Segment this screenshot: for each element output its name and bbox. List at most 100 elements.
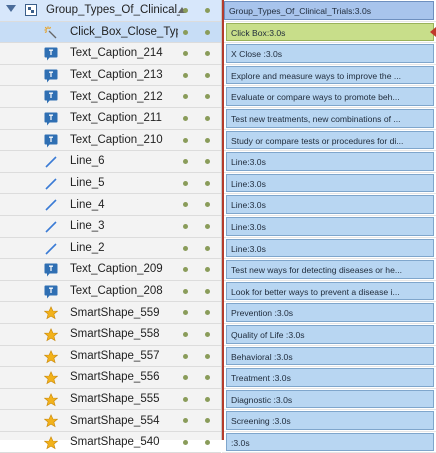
end-marker-icon[interactable]: [430, 26, 436, 37]
layer-row[interactable]: Text_Caption_208: [0, 281, 221, 303]
timeline-bar[interactable]: Explore and measure ways to improve the …: [226, 65, 434, 85]
layer-name: SmartShape_557: [70, 349, 160, 362]
visibility-toggle[interactable]: [183, 288, 188, 294]
timeline-bar[interactable]: Test new ways for detecting diseases or …: [226, 260, 434, 279]
visibility-toggle[interactable]: [183, 94, 188, 100]
layer-row[interactable]: Line_5: [0, 173, 221, 195]
lock-toggle[interactable]: [205, 245, 210, 251]
visibility-toggle[interactable]: [183, 137, 188, 143]
track-row: Line:3.0s: [222, 151, 436, 173]
layer-row[interactable]: Text_Caption_211: [0, 108, 221, 130]
layer-row[interactable]: SmartShape_559: [0, 302, 221, 324]
click-box-timeline-bar[interactable]: Click Box:3.0s: [226, 22, 434, 42]
layer-row[interactable]: SmartShape_558: [0, 324, 221, 346]
layer-row[interactable]: Line_6: [0, 151, 221, 173]
lock-toggle[interactable]: [205, 72, 210, 78]
visibility-toggle[interactable]: [183, 418, 188, 424]
lock-toggle[interactable]: [205, 310, 210, 316]
layer-row[interactable]: SmartShape_540: [0, 432, 221, 453]
timeline-bar[interactable]: Evaluate or compare ways to promote beh.…: [226, 87, 434, 106]
visibility-toggle[interactable]: [183, 51, 188, 57]
layer-row[interactable]: Text_Caption_210: [0, 130, 221, 152]
lock-toggle[interactable]: [205, 223, 210, 229]
visibility-toggle[interactable]: [183, 115, 188, 121]
lock-toggle[interactable]: [205, 331, 210, 337]
timeline-bar[interactable]: Line:3.0s: [226, 238, 434, 258]
timeline-bar[interactable]: Line:3.0s: [226, 195, 434, 214]
visibility-toggle[interactable]: [183, 223, 188, 229]
lock-toggle[interactable]: [205, 375, 210, 381]
expand-collapse-icon[interactable]: [6, 5, 16, 12]
visibility-toggle[interactable]: [183, 396, 188, 402]
timeline-bar[interactable]: Line:3.0s: [226, 152, 434, 171]
lock-toggle[interactable]: [205, 396, 210, 402]
group-timeline-bar[interactable]: Group_Types_Of_Clinical_Trials:3.0s: [224, 1, 434, 20]
lock-toggle[interactable]: [205, 8, 210, 13]
layer-row[interactable]: Text_Caption_213: [0, 65, 221, 87]
text-caption-icon: [43, 284, 59, 300]
track-row: Group_Types_Of_Clinical_Trials:3.0s: [222, 0, 436, 22]
layer-row[interactable]: Text_Caption_209: [0, 259, 221, 281]
visibility-toggle[interactable]: [183, 439, 188, 445]
layer-name: Line_5: [70, 177, 105, 190]
timeline-bar[interactable]: Look for better ways to prevent a diseas…: [226, 281, 434, 301]
timeline-bar[interactable]: Line:3.0s: [226, 173, 434, 193]
lock-toggle[interactable]: [205, 180, 210, 186]
layer-row[interactable]: SmartShape_555: [0, 389, 221, 411]
lock-toggle[interactable]: [205, 115, 210, 121]
layer-row[interactable]: SmartShape_557: [0, 346, 221, 368]
visibility-toggle[interactable]: [183, 159, 188, 165]
timeline-bar[interactable]: X Close :3.0s: [226, 44, 434, 63]
visibility-toggle[interactable]: [183, 331, 188, 337]
visibility-toggle[interactable]: [183, 8, 188, 13]
timeline-bar[interactable]: Study or compare tests or procedures for…: [226, 130, 434, 150]
visibility-toggle[interactable]: [183, 353, 188, 359]
lock-toggle[interactable]: [205, 418, 210, 424]
visibility-toggle[interactable]: [183, 375, 188, 381]
click-box-icon: [43, 25, 59, 41]
timeline-bar[interactable]: Treatment :3.0s: [226, 368, 434, 387]
timeline-bar[interactable]: Quality of Life :3.0s: [226, 324, 434, 344]
timeline-bar[interactable]: :3.0s: [226, 432, 434, 452]
layer-name: SmartShape_556: [70, 371, 160, 384]
lock-toggle[interactable]: [205, 288, 210, 294]
lock-toggle[interactable]: [205, 137, 210, 143]
visibility-toggle[interactable]: [183, 310, 188, 316]
lock-toggle[interactable]: [205, 29, 210, 35]
layer-row-group[interactable]: Group_Types_Of_Clinical_: [0, 0, 221, 22]
track-row: Quality of Life :3.0s: [222, 324, 436, 346]
layer-row[interactable]: SmartShape_554: [0, 410, 221, 432]
star-icon: [43, 327, 59, 343]
lock-toggle[interactable]: [205, 353, 210, 359]
visibility-toggle[interactable]: [183, 180, 188, 186]
layer-name: SmartShape_558: [70, 328, 160, 341]
layer-row[interactable]: Line_3: [0, 216, 221, 238]
timeline-bar[interactable]: Screening :3.0s: [226, 411, 434, 430]
lock-toggle[interactable]: [205, 439, 210, 445]
visibility-toggle[interactable]: [183, 72, 188, 78]
layer-row[interactable]: Line_4: [0, 194, 221, 216]
layer-row[interactable]: Text_Caption_214: [0, 43, 221, 65]
lock-toggle[interactable]: [205, 159, 210, 165]
timeline-bar[interactable]: Line:3.0s: [226, 216, 434, 236]
star-icon: [43, 392, 59, 408]
track-row: Treatment :3.0s: [222, 367, 436, 389]
lock-toggle[interactable]: [205, 202, 210, 208]
timeline-bar[interactable]: Diagnostic :3.0s: [226, 389, 434, 409]
visibility-toggle[interactable]: [183, 29, 188, 35]
layer-row[interactable]: Text_Caption_212: [0, 86, 221, 108]
layer-row[interactable]: SmartShape_556: [0, 367, 221, 389]
layer-row[interactable]: Line_2: [0, 238, 221, 260]
playhead-line[interactable]: [222, 0, 224, 440]
timeline-bar[interactable]: Test new treatments, new combinations of…: [226, 108, 434, 128]
layer-row[interactable]: Click_Box_Close_Types_: [0, 21, 221, 44]
lock-toggle[interactable]: [205, 267, 210, 273]
timeline-bar[interactable]: Prevention :3.0s: [226, 303, 434, 322]
visibility-toggle[interactable]: [183, 245, 188, 251]
visibility-toggle[interactable]: [183, 202, 188, 208]
track-row: Prevention :3.0s: [222, 302, 436, 324]
lock-toggle[interactable]: [205, 94, 210, 100]
visibility-toggle[interactable]: [183, 267, 188, 273]
timeline-bar[interactable]: Behavioral :3.0s: [226, 346, 434, 366]
lock-toggle[interactable]: [205, 51, 210, 57]
